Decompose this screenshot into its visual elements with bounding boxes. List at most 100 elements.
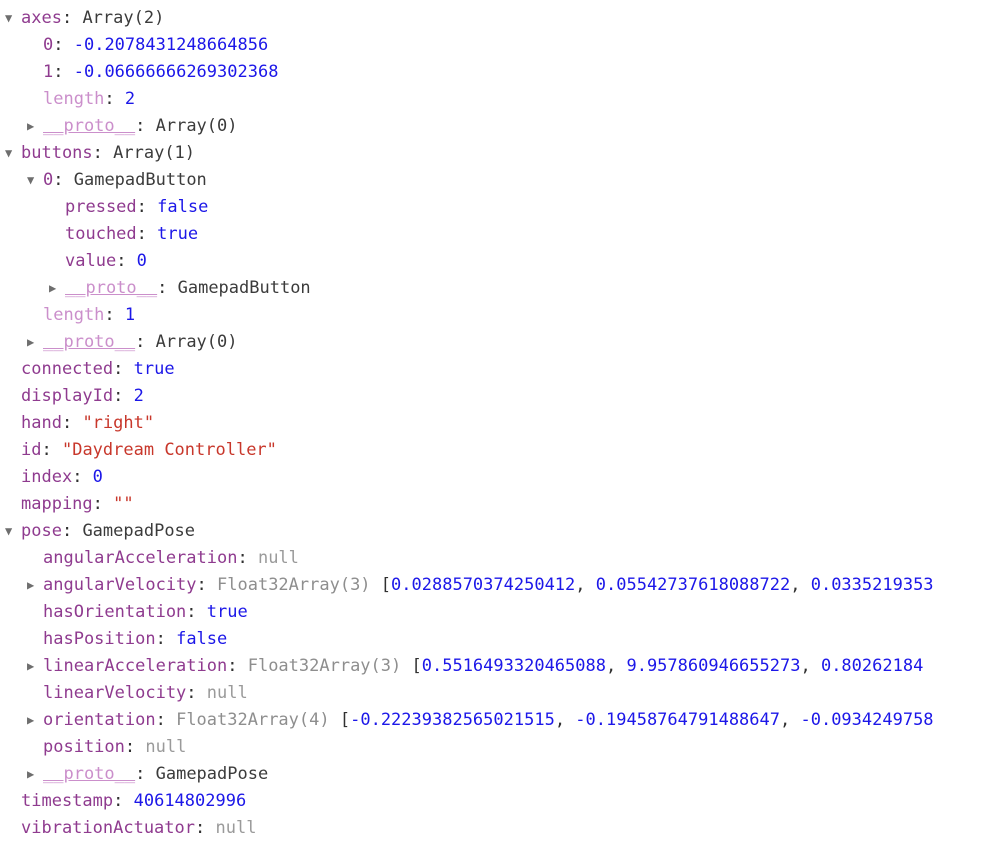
disclosure-triangle-collapsed-icon[interactable]: ▶ [27,653,43,680]
property-separator: : [116,251,137,271]
disclosure-triangle-expanded-icon[interactable]: ▼ [5,5,21,32]
property-row[interactable]: ▶ __proto__: GamepadPose [0,761,1000,788]
property-row[interactable]: ▶linearVelocity: null [0,680,1000,707]
property-row[interactable]: ▶ __proto__: Array(0) [0,113,1000,140]
disclosure-spacer: ▶ [5,815,21,842]
property-row[interactable]: ▶vibrationActuator: null [0,815,1000,842]
disclosure-triangle-collapsed-icon[interactable]: ▶ [27,113,43,140]
disclosure-spacer: ▶ [27,545,43,572]
disclosure-spacer: ▶ [27,86,43,113]
property-separator: : [61,413,83,433]
property-row[interactable]: ▼ buttons: Array(1) [0,140,1000,167]
disclosure-spacer: ▶ [27,734,43,761]
property-separator: : [155,629,177,649]
property-row[interactable]: ▶ __proto__: GamepadButton [0,275,1000,302]
property-row[interactable]: ▶ __proto__: Array(0) [0,329,1000,356]
disclosure-spacer: ▶ [27,59,43,86]
property-key: 1 [43,62,54,82]
property-key: __proto__ [43,332,136,352]
array-element: -0.0934249758 [800,710,934,730]
disclosure-spacer: ▶ [49,194,65,221]
property-key: length [43,89,105,109]
property-separator: : [135,116,156,136]
disclosure-spacer: ▶ [5,464,21,491]
disclosure-triangle-collapsed-icon[interactable]: ▶ [27,329,43,356]
property-value: Array(0) [155,116,238,136]
disclosure-spacer: ▶ [27,302,43,329]
property-row[interactable]: ▶ angularVelocity: Float32Array(3) [0.028… [0,572,1000,599]
property-row[interactable]: ▶id: "Daydream Controller" [0,437,1000,464]
property-key: 0 [43,170,54,190]
property-key: hasOrientation [43,602,187,622]
property-separator: : [53,62,74,82]
property-row[interactable]: ▶value: 0 [0,248,1000,275]
property-separator: : [53,170,74,190]
property-value: GamepadPose [82,521,196,541]
property-row[interactable]: ▶connected: true [0,356,1000,383]
disclosure-triangle-expanded-icon[interactable]: ▼ [27,167,43,194]
property-row[interactable]: ▶1: -0.06666666269302368 [0,59,1000,86]
property-row[interactable]: ▶index: 0 [0,464,1000,491]
property-value: null [206,683,248,703]
property-row[interactable]: ▶length: 2 [0,86,1000,113]
array-element: 0.0288570374250412 [391,575,576,595]
array-comma: , [575,575,596,595]
property-row[interactable]: ▶timestamp: 40614802996 [0,788,1000,815]
property-row[interactable]: ▶length: 1 [0,302,1000,329]
property-row[interactable]: ▼ axes: Array(2) [0,5,1000,32]
disclosure-triangle-collapsed-icon[interactable]: ▶ [27,761,43,788]
property-row[interactable]: ▶hasOrientation: true [0,599,1000,626]
disclosure-triangle-collapsed-icon[interactable]: ▶ [27,572,43,599]
property-value: "right" [82,413,155,433]
property-key: mapping [21,494,93,514]
object-inspector-tree[interactable]: ▼axes: Array(2)▶0: -0.2078431248664856▶1… [0,0,1000,842]
disclosure-triangle-expanded-icon[interactable]: ▼ [5,140,21,167]
property-row[interactable]: ▶ orientation: Float32Array(4) [-0.222393… [0,707,1000,734]
property-separator: : [92,143,114,163]
property-key: displayId [21,386,114,406]
property-row[interactable]: ▶pressed: false [0,194,1000,221]
property-row[interactable]: ▶touched: true [0,221,1000,248]
property-separator: : [237,548,258,568]
property-value: 0 [92,467,103,487]
disclosure-spacer: ▶ [49,221,65,248]
property-row[interactable]: ▶position: null [0,734,1000,761]
property-value: true [157,224,199,244]
property-key: linearAcceleration [43,656,228,676]
property-value: false [176,629,228,649]
disclosure-triangle-expanded-icon[interactable]: ▼ [5,518,21,545]
property-key: 0 [43,35,54,55]
property-value: 2 [133,386,144,406]
array-open-bracket: [ [339,710,351,730]
array-element: 0.05542737618088722 [595,575,791,595]
property-row[interactable]: ▶ linearAcceleration: Float32Array(3) [0.… [0,653,1000,680]
property-row[interactable]: ▶angularAcceleration: null [0,545,1000,572]
property-separator: : [113,791,134,811]
property-row[interactable]: ▶hasPosition: false [0,626,1000,653]
property-key: buttons [21,143,93,163]
property-key: index [21,467,73,487]
property-row[interactable]: ▶displayId: 2 [0,383,1000,410]
property-row[interactable]: ▶mapping: "" [0,491,1000,518]
property-value: 1 [124,305,136,325]
property-value: "" [113,494,134,514]
property-key: pressed [65,197,137,217]
disclosure-triangle-collapsed-icon[interactable]: ▶ [27,707,43,734]
property-separator: : [61,8,83,28]
typed-array-type: Float32Array(3) [247,656,402,676]
property-separator: : [196,575,218,595]
property-row[interactable]: ▶hand: "right" [0,410,1000,437]
property-row[interactable]: ▼ 0: GamepadButton [0,167,1000,194]
property-row[interactable]: ▶0: -0.2078431248664856 [0,32,1000,59]
property-value: true [206,602,248,622]
property-value: 2 [124,89,136,109]
disclosure-triangle-collapsed-icon[interactable]: ▶ [49,275,65,302]
disclosure-spacer: ▶ [27,680,43,707]
property-key: angularVelocity [43,575,197,595]
property-row[interactable]: ▼ pose: GamepadPose [0,518,1000,545]
disclosure-spacer: ▶ [5,437,21,464]
property-separator: : [186,602,207,622]
property-separator: : [186,683,207,703]
property-separator: : [92,494,114,514]
